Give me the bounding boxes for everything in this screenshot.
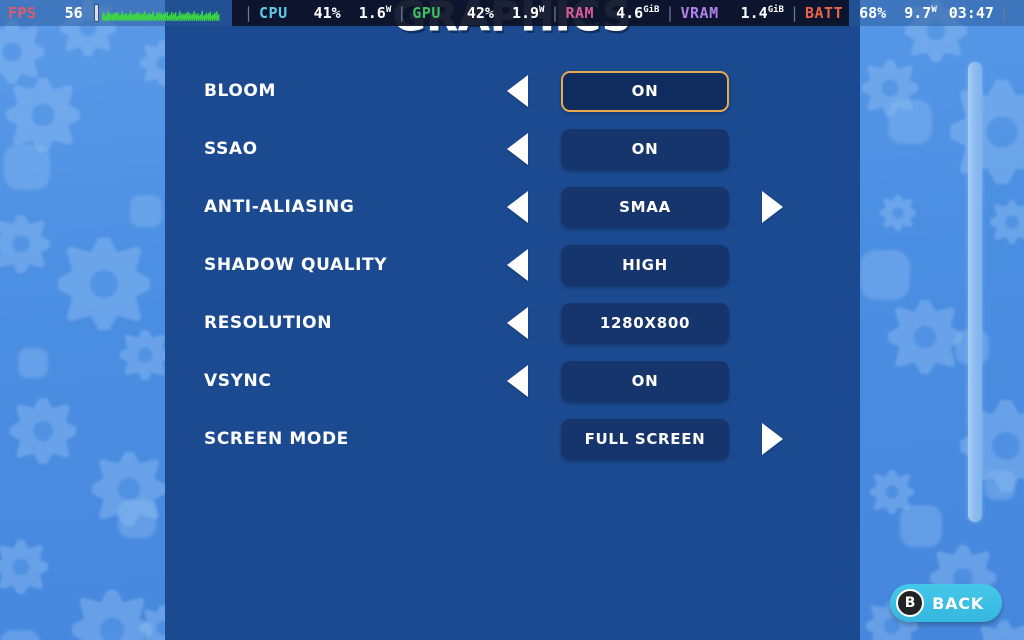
batt-label: BATT [805,4,844,22]
batt-power: 9.7W [904,4,937,22]
gear-icon [888,300,962,374]
option-value: ON [631,372,659,390]
fps-label: FPS [8,4,37,22]
option-label: VSYNC [204,371,272,391]
option-row[interactable]: SSAO ON [165,120,860,178]
gear-icon [950,80,1024,184]
options-list: BLOOM ON SSAO ON ANTI-ALIASING SMAA SHADOW QUA… [165,62,860,468]
scrollbar-thumb[interactable] [968,62,982,522]
blob-shape [888,100,932,144]
option-row[interactable]: ANTI-ALIASING SMAA [165,178,860,236]
arrow-left-icon[interactable] [507,75,528,107]
option-control: SMAA [507,178,783,236]
option-value-box[interactable]: 1280X800 [561,302,729,344]
back-button[interactable]: B BACK [890,584,1002,622]
back-button-label: BACK [932,593,984,613]
arrow-right-icon[interactable] [762,191,783,223]
gear-icon [880,195,916,231]
cpu-label: CPU [259,4,288,22]
option-value: FULL SCREEN [584,430,706,448]
scrollbar-track[interactable] [968,62,982,522]
option-label: SSAO [204,139,258,159]
option-value: SMAA [619,198,671,216]
blob-shape [18,348,48,378]
fps-graph [101,5,222,21]
ram-label: RAM [565,4,595,22]
option-row[interactable]: BLOOM ON [165,62,860,120]
option-label: RESOLUTION [204,313,333,333]
option-control: FULL SCREEN [515,410,783,468]
gear-icon [6,78,80,152]
option-row[interactable]: SHADOW QUALITY HIGH [165,236,860,294]
vram-label: VRAM [680,4,719,22]
overlay-fps-section: FPS 56 [0,0,232,26]
option-control: 1280X800 [507,294,775,352]
option-control: ON [507,62,775,120]
gear-icon [10,398,76,464]
overlay-stats-section: | CPU 41% 1.6W | GPU 42% 1.9W | RAM 4.6GiB | VRAM 1.4… [232,0,850,26]
option-value: ON [631,140,659,158]
blob-shape [860,250,910,300]
gear-icon [58,238,150,330]
gear-icon [0,540,48,594]
gear-icon [0,20,44,84]
option-value-box[interactable]: FULL SCREEN [561,418,729,460]
gear-icon [0,215,50,273]
ram-value: 4.6GiB [616,4,660,22]
gear-icon [990,200,1024,244]
blob-shape [900,505,942,547]
overlay-separator: | [999,4,1009,22]
overlay-separator: | [550,4,560,22]
vram-value: 1.4GiB [740,4,784,22]
gear-icon [120,330,170,380]
option-row[interactable]: RESOLUTION 1280X800 [165,294,860,352]
fps-value: 56 [64,4,83,22]
overlay-separator: | [665,4,675,22]
option-label: SHADOW QUALITY [204,255,388,275]
option-value-box[interactable]: SMAA [561,186,729,228]
option-control: ON [507,120,775,178]
overlay-separator: | [789,4,799,22]
overlay-separator: | [244,4,254,22]
option-label: SCREEN MODE [204,429,349,449]
option-value-box[interactable]: ON [561,128,729,170]
cpu-usage: 41% [313,4,341,22]
batt-time: 03:47 [948,4,994,22]
option-value-box[interactable]: ON [561,70,729,112]
option-row[interactable]: VSYNC ON [165,352,860,410]
arrow-left-icon[interactable] [507,307,528,339]
blob-shape [0,630,40,640]
gpu-usage: 42% [466,4,494,22]
option-control: HIGH [507,236,775,294]
option-control: ON [507,352,775,410]
fps-tick [94,5,98,21]
gamepad-b-button-icon: B [896,589,925,617]
blob-shape [130,195,162,227]
option-value: 1280X800 [599,314,691,332]
arrow-left-icon[interactable] [507,249,528,281]
arrow-right-icon[interactable] [762,423,783,455]
option-label: BLOOM [204,81,277,101]
performance-overlay: FPS 56 | CPU 41% 1.6W | GPU 42% 1.9W | RAM 4.6GiB | VR… [0,0,1024,26]
option-value: HIGH [622,256,668,274]
blob-shape [985,470,1015,500]
option-label: ANTI-ALIASING [204,197,355,217]
arrow-left-icon[interactable] [507,133,528,165]
gpu-label: GPU [412,4,441,22]
arrow-left-icon[interactable] [507,191,528,223]
gear-icon [975,620,1024,640]
arrow-left-icon[interactable] [507,365,528,397]
overlay-battery-section: 68% 9.7W 03:47 | [849,0,1024,26]
cpu-power: 1.6W [358,4,392,22]
option-value-box[interactable]: ON [561,360,729,402]
blob-shape [118,500,156,538]
blob-shape [4,144,50,190]
settings-panel: GRAPHICS BLOOMONSSAOONANTI-ALIASINGSMAAS… [165,0,982,640]
overlay-separator: | [397,4,407,22]
option-value: ON [631,82,659,100]
option-row[interactable]: SCREEN MODE FULL SCREEN [165,410,860,468]
gpu-power: 1.9W [511,4,545,22]
option-value-box[interactable]: HIGH [561,244,729,286]
batt-percent: 68% [859,4,887,22]
